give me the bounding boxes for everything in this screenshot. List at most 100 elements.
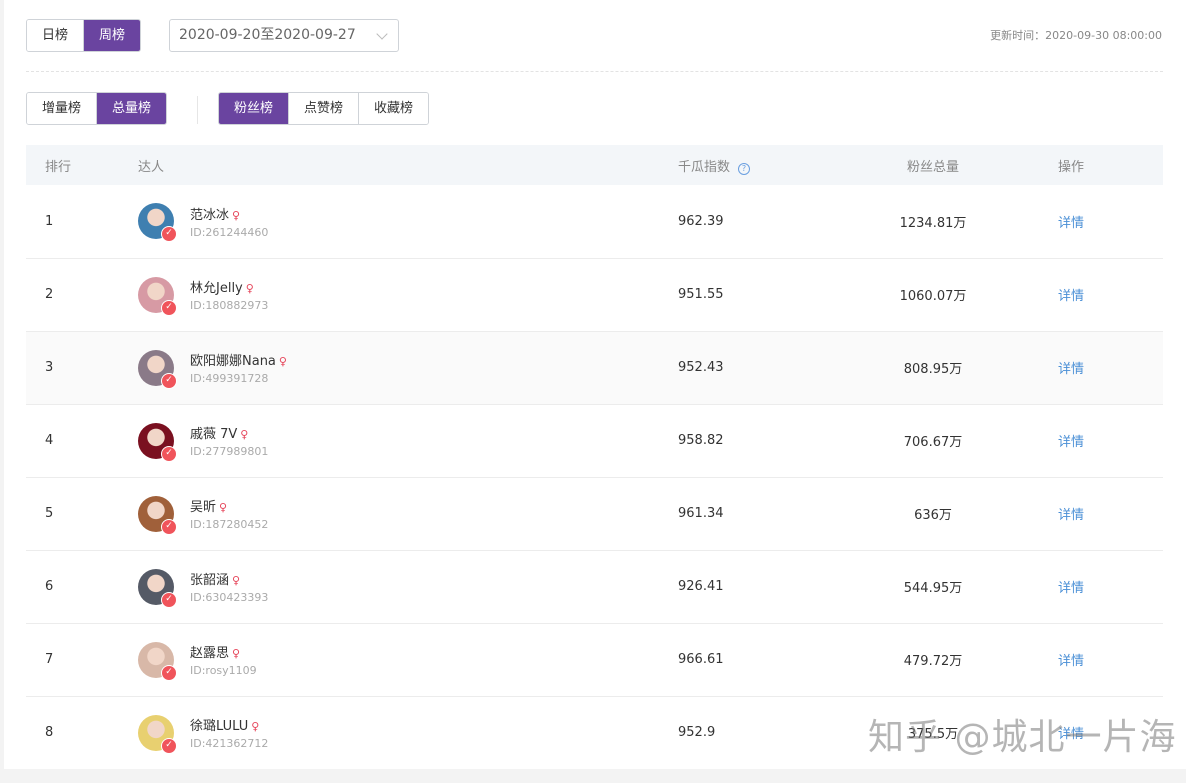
fans-value: 706.67万	[828, 404, 1038, 478]
rank: 6	[26, 550, 138, 624]
female-icon: ♀	[278, 355, 287, 368]
col-action: 操作	[1038, 145, 1163, 185]
rank: 4	[26, 404, 138, 478]
person-name[interactable]: 张韶涵	[190, 573, 229, 588]
index-value: 966.61	[678, 623, 828, 697]
female-icon: ♀	[232, 647, 241, 660]
person-id: ID:180882973	[190, 299, 269, 312]
tab-increment[interactable]: 增量榜	[27, 93, 98, 124]
person-cell: ✓ 欧阳娜娜Nana ♀ ID:499391728	[138, 331, 678, 405]
rank: 2	[26, 258, 138, 332]
index-value: 962.39	[678, 185, 828, 259]
avatar[interactable]: ✓	[138, 276, 177, 316]
person-cell: ✓ 赵露思 ♀ ID:rosy1109	[138, 623, 678, 697]
avatar[interactable]: ✓	[138, 203, 177, 243]
index-value: 961.34	[678, 477, 828, 551]
fans-value: 1060.07万	[828, 258, 1038, 332]
person-cell: ✓ 戚薇 7V ♀ ID:277989801	[138, 404, 678, 478]
detail-link[interactable]: 详情	[1058, 362, 1084, 377]
person-name[interactable]: 赵露思	[190, 646, 229, 661]
person-id: ID:630423393	[190, 591, 269, 604]
index-value: 951.55	[678, 258, 828, 332]
person-cell: ✓ 徐璐LULU ♀ ID:421362712	[138, 696, 678, 770]
left-edge	[0, 0, 4, 783]
col-index: 千瓜指数?	[678, 145, 828, 185]
person-id: ID:499391728	[190, 372, 269, 385]
tab-total[interactable]: 总量榜	[97, 93, 167, 124]
detail-link[interactable]: 详情	[1058, 289, 1084, 304]
female-icon: ♀	[232, 574, 241, 587]
table-row: 6 ✓ 张韶涵 ♀ ID:630423393 926.41 544.95万 详情	[26, 550, 1163, 624]
detail-link[interactable]: 详情	[1058, 435, 1084, 450]
index-value: 952.9	[678, 696, 828, 770]
verified-icon: ✓	[161, 591, 177, 608]
female-icon: ♀	[219, 501, 228, 514]
person-name[interactable]: 徐璐LULU	[190, 719, 248, 734]
table-header: 排行 达人 千瓜指数? 粉丝总量 操作	[26, 145, 1163, 185]
avatar[interactable]: ✓	[138, 495, 177, 535]
person-id: ID:421362712	[190, 737, 269, 750]
ranking-table: 排行 达人 千瓜指数? 粉丝总量 操作 1 ✓ 范冰冰 ♀ ID:26124446…	[26, 145, 1163, 770]
table-row: 1 ✓ 范冰冰 ♀ ID:261244460 962.39 1234.81万 详情	[26, 185, 1163, 259]
person-id: ID:187280452	[190, 518, 269, 531]
divider	[26, 71, 1163, 72]
rank: 1	[26, 185, 138, 259]
person-name[interactable]: 林允Jelly	[190, 281, 243, 296]
avatar[interactable]: ✓	[138, 422, 177, 462]
fans-value: 808.95万	[828, 331, 1038, 405]
person-name[interactable]: 范冰冰	[190, 208, 229, 223]
verified-icon: ✓	[161, 299, 177, 316]
table-row: 4 ✓ 戚薇 7V ♀ ID:277989801 958.82 706.67万 详…	[26, 404, 1163, 478]
chevron-down-icon	[376, 28, 388, 40]
col-fans: 粉丝总量	[828, 145, 1038, 185]
tab-weekly[interactable]: 周榜	[84, 20, 141, 51]
avatar[interactable]: ✓	[138, 568, 177, 608]
person-id: ID:rosy1109	[190, 664, 257, 677]
index-value: 926.41	[678, 550, 828, 624]
avatar[interactable]: ✓	[138, 641, 177, 681]
tab-fans[interactable]: 粉丝榜	[219, 93, 290, 124]
index-value: 952.43	[678, 331, 828, 405]
fans-value: 636万	[828, 477, 1038, 551]
rank: 5	[26, 477, 138, 551]
date-range-select[interactable]: 2020-09-20至2020-09-27	[169, 19, 399, 52]
watermark: 知乎 @城北一片海	[868, 717, 1177, 758]
tab-likes[interactable]: 点赞榜	[289, 93, 360, 124]
person-cell: ✓ 吴昕 ♀ ID:187280452	[138, 477, 678, 551]
person-name[interactable]: 戚薇 7V	[190, 427, 237, 442]
female-icon: ♀	[251, 720, 260, 733]
divider	[197, 96, 198, 124]
bottom-edge	[0, 769, 1186, 783]
col-person: 达人	[138, 145, 678, 185]
avatar[interactable]: ✓	[138, 714, 177, 754]
date-range-value: 2020-09-20至2020-09-27	[179, 27, 356, 43]
person-cell: ✓ 范冰冰 ♀ ID:261244460	[138, 185, 678, 259]
female-icon: ♀	[240, 428, 249, 441]
person-id: ID:277989801	[190, 445, 269, 458]
detail-link[interactable]: 详情	[1058, 216, 1084, 231]
verified-icon: ✓	[161, 518, 177, 535]
verified-icon: ✓	[161, 664, 177, 681]
table-row: 2 ✓ 林允Jelly ♀ ID:180882973 951.55 1060.07…	[26, 258, 1163, 332]
verified-icon: ✓	[161, 737, 177, 754]
help-icon[interactable]: ?	[738, 162, 751, 175]
detail-link[interactable]: 详情	[1058, 581, 1084, 596]
female-icon: ♀	[245, 282, 254, 295]
fans-value: 479.72万	[828, 623, 1038, 697]
verified-icon: ✓	[161, 445, 177, 462]
tab-favorites[interactable]: 收藏榜	[359, 93, 429, 124]
mode-tabs: 增量榜 总量榜	[26, 92, 168, 125]
rank: 7	[26, 623, 138, 697]
index-value: 958.82	[678, 404, 828, 478]
table-row: 5 ✓ 吴昕 ♀ ID:187280452 961.34 636万 详情	[26, 477, 1163, 551]
female-icon: ♀	[232, 208, 241, 222]
col-index-label: 千瓜指数	[678, 159, 731, 175]
detail-link[interactable]: 详情	[1058, 508, 1084, 523]
avatar[interactable]: ✓	[138, 349, 177, 389]
tab-daily[interactable]: 日榜	[27, 20, 85, 51]
person-name[interactable]: 吴昕	[190, 500, 216, 515]
detail-link[interactable]: 详情	[1058, 654, 1084, 669]
person-cell: ✓ 张韶涵 ♀ ID:630423393	[138, 550, 678, 624]
person-name[interactable]: 欧阳娜娜Nana	[190, 354, 276, 369]
col-rank: 排行	[26, 145, 138, 185]
